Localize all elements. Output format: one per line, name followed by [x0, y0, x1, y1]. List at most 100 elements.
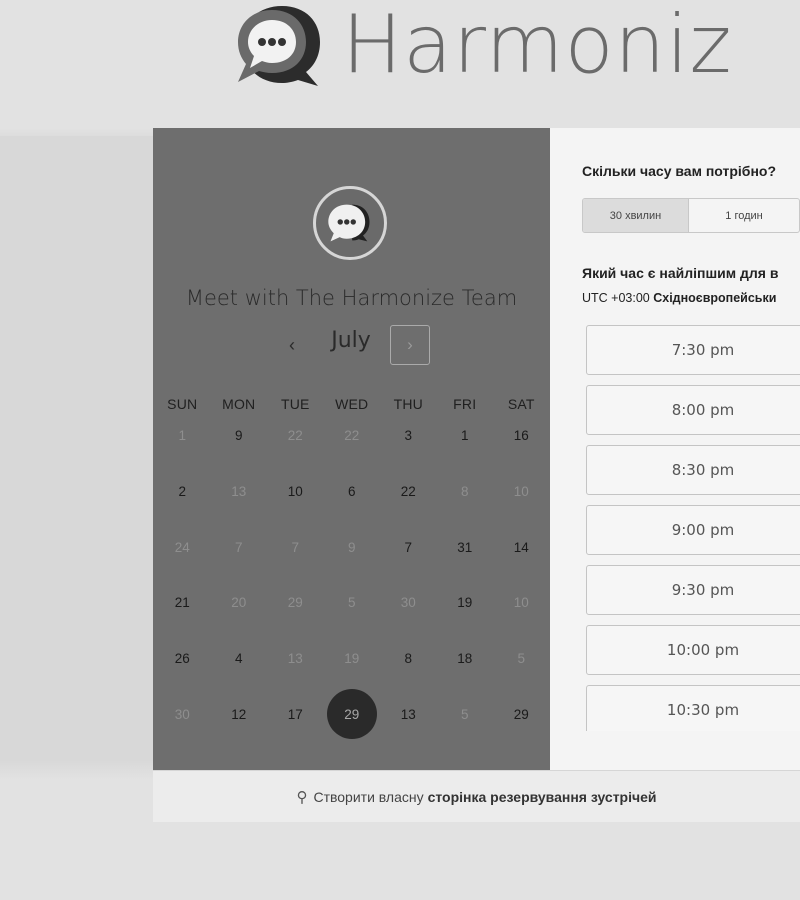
calendar-day-number: 29 — [287, 595, 303, 611]
calendar-day[interactable]: 2 — [154, 464, 211, 520]
calendar-day-number: 22 — [287, 428, 303, 444]
calendar-day: 30 — [380, 575, 437, 631]
duration-option-30min[interactable]: 30 хвилин — [583, 199, 689, 232]
calendar-day[interactable]: 12 — [211, 686, 268, 742]
calendar-day-number: 8 — [460, 484, 469, 500]
calendar-day-number: 9 — [347, 539, 356, 555]
calendar-day-number: 22 — [400, 484, 416, 500]
calendar-day-number: 10 — [287, 484, 303, 500]
calendar-day-number: 10 — [513, 595, 529, 611]
month-navigation: ‹ July › — [153, 324, 550, 368]
calendar-day: 5 — [324, 575, 381, 631]
calendar-day[interactable]: 26 — [154, 631, 211, 687]
time-slot-list[interactable]: 7:30 pm 8:00 pm 8:30 pm 9:00 pm 9:30 pm … — [586, 325, 800, 731]
calendar-day[interactable]: 10 — [267, 464, 324, 520]
duration-option-1h[interactable]: 1 годин — [689, 199, 799, 232]
calendar-panel: Meet with The Harmonize Team ‹ July › SU… — [153, 128, 550, 770]
calendar-day-number: 8 — [404, 651, 412, 667]
time-slot[interactable]: 8:00 pm — [586, 385, 800, 435]
calendar-day[interactable]: 14 — [493, 519, 550, 575]
calendar-day-number: 5 — [517, 651, 525, 667]
calendar-day: 29 — [267, 575, 324, 631]
duration-toggle: 30 хвилин 1 годин — [582, 198, 800, 233]
calendar-day: 30 — [154, 686, 211, 742]
calendar-week: 26 4 13 19 8 18 5 — [154, 631, 550, 687]
chat-bubble-icon — [328, 204, 370, 242]
calendar-day: 13 — [267, 631, 324, 687]
next-month-button[interactable]: › — [390, 325, 430, 365]
calendar-day[interactable]: 13 — [380, 686, 437, 742]
calendar-week: 2 13 10 6 22 8 10 — [154, 464, 550, 520]
calendar-day-number: 13 — [400, 706, 416, 722]
calendar-day[interactable]: 31 — [437, 519, 494, 575]
calendar-day: 5 — [437, 686, 494, 742]
calendar-day-number: 12 — [231, 706, 247, 722]
time-slot-label: 8:30 pm — [671, 461, 735, 479]
time-slot[interactable]: 10:00 pm — [586, 625, 800, 675]
booking-options-panel: Скільки часу вам потрібно? 30 хвилин 1 г… — [550, 128, 800, 770]
calendar-day-number: 7 — [291, 539, 299, 555]
calendar-day-number: 29 — [326, 689, 377, 740]
calendar-day-selected[interactable]: 29 — [324, 686, 381, 742]
calendar-day-number: 31 — [457, 539, 473, 555]
calendar-day: 19 — [324, 631, 381, 687]
calendar-day[interactable]: 18 — [437, 631, 494, 687]
calendar-day-number: 13 — [287, 651, 303, 667]
calendar-day-number: 24 — [174, 539, 190, 555]
calendar-day-number: 16 — [513, 428, 529, 444]
calendar-day[interactable]: 7 — [380, 519, 437, 575]
brand-name: Harmoniz — [342, 0, 733, 91]
calendar-day[interactable]: 9 — [211, 408, 268, 464]
calendar-week: 1 9 22 22 3 1 16 — [154, 408, 550, 464]
calendar-day-number: 22 — [344, 428, 360, 444]
calendar-week: 24 7 7 9 7 31 14 — [154, 519, 550, 575]
time-slot-label: 9:30 pm — [671, 581, 735, 599]
hubspot-sprocket-icon: ⚲ — [296, 788, 308, 806]
footer-link[interactable]: сторінка резервування зустрічей — [428, 789, 657, 805]
prev-month-button[interactable]: ‹ — [277, 330, 307, 360]
timezone-offset: UTC +03:00 — [582, 291, 650, 305]
calendar-day[interactable]: 8 — [380, 631, 437, 687]
calendar-day[interactable]: 1 — [437, 408, 494, 464]
calendar-day: 22 — [267, 408, 324, 464]
calendar-day-number: 13 — [231, 484, 247, 500]
time-slot-label: 9:00 pm — [671, 521, 735, 539]
calendar-day: 7 — [267, 519, 324, 575]
calendar-day[interactable]: 16 — [493, 408, 550, 464]
calendar-day[interactable]: 4 — [211, 631, 268, 687]
time-slot[interactable]: 9:00 pm — [586, 505, 800, 555]
calendar-day-number: 20 — [231, 595, 247, 611]
calendar-day-number: 3 — [404, 428, 412, 444]
calendar-day-number: 7 — [234, 539, 243, 555]
time-slot[interactable]: 9:30 pm — [586, 565, 800, 615]
calendar-day: 10 — [493, 575, 550, 631]
calendar-day-number: 5 — [347, 595, 356, 611]
chat-bubble-logo-icon — [238, 6, 320, 86]
card-footer: ⚲ Створити власну сторінка резервування … — [153, 770, 800, 822]
calendar-day-number: 6 — [347, 484, 356, 500]
calendar-day-number: 19 — [344, 651, 360, 667]
calendar-day: 9 — [324, 519, 381, 575]
time-slot[interactable]: 7:30 pm — [586, 325, 800, 375]
calendar-day[interactable]: 21 — [154, 575, 211, 631]
time-slot[interactable]: 10:30 pm — [586, 685, 800, 731]
calendar-day[interactable]: 17 — [267, 686, 324, 742]
timezone-name: Східноєвропейськи — [653, 291, 777, 305]
calendar-day: 5 — [493, 631, 550, 687]
calendar-day-number: 17 — [287, 706, 303, 722]
calendar-day[interactable]: 19 — [437, 575, 494, 631]
calendar-day-number: 5 — [460, 706, 469, 722]
calendar-day-number: 1 — [178, 428, 186, 444]
calendar-day[interactable]: 29 — [493, 686, 550, 742]
timezone-selector[interactable]: UTC +03:00 Східноєвропейськи — [582, 291, 776, 305]
time-slot[interactable]: 8:30 pm — [586, 445, 800, 495]
time-slot-label: 10:30 pm — [666, 701, 740, 719]
calendar-day[interactable]: 3 — [380, 408, 437, 464]
calendar-day[interactable]: 6 — [324, 464, 381, 520]
duration-question: Скільки часу вам потрібно? — [582, 163, 777, 179]
meeting-title: Meet with The Harmonize Team — [185, 286, 518, 310]
calendar-week: 30 12 17 29 13 5 29 — [154, 686, 550, 742]
calendar-week: 21 20 29 5 30 19 10 — [154, 575, 550, 631]
calendar-day-number: 1 — [460, 428, 469, 444]
calendar-day[interactable]: 22 — [380, 464, 437, 520]
